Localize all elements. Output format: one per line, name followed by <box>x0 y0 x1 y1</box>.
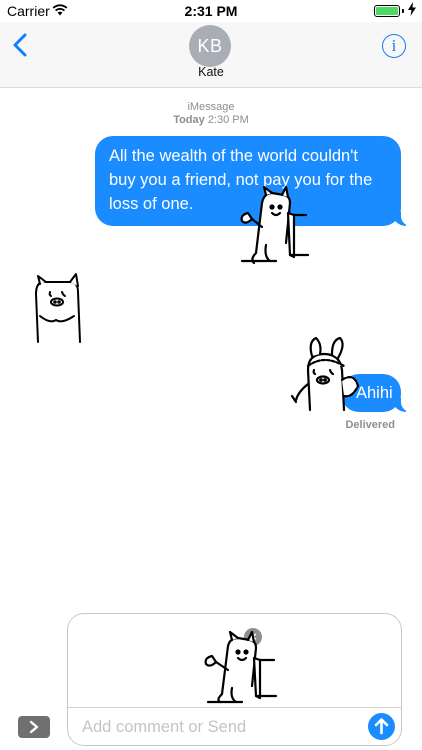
status-bar: Carrier 2:31 PM <box>0 0 422 22</box>
battery-level <box>376 7 398 15</box>
compose-divider <box>68 707 401 708</box>
battery-cap <box>402 9 404 13</box>
back-button[interactable] <box>12 32 28 58</box>
battery-icon <box>374 5 400 17</box>
pig-standing-sticker[interactable] <box>30 272 84 344</box>
status-time: 2:31 PM <box>184 3 238 19</box>
timestamp-time: 2:30 PM <box>207 114 249 126</box>
service-label: iMessage <box>187 101 235 113</box>
bolt-icon <box>408 2 416 19</box>
timestamp-day: Today <box>173 114 205 126</box>
arrow-up-icon <box>374 718 389 735</box>
delivered-label: Delivered <box>345 419 395 431</box>
timestamp-line: Today 2:30 PM <box>0 114 422 127</box>
pig-bunny-hood-sticker[interactable] <box>288 336 364 416</box>
info-icon[interactable]: i <box>382 34 406 58</box>
message-timestamp: iMessage Today 2:30 PM <box>0 101 422 127</box>
avatar[interactable]: KB <box>189 25 231 67</box>
chevron-left-icon <box>13 33 27 57</box>
apps-button[interactable] <box>18 716 50 738</box>
chevron-right-icon <box>29 720 39 734</box>
attached-sticker-preview <box>200 630 280 704</box>
contact-name[interactable]: Kate <box>0 65 422 79</box>
send-button[interactable] <box>368 713 395 740</box>
pig-typing-laptop-sticker[interactable] <box>236 183 310 265</box>
conversation-header: KB Kate i <box>0 22 422 88</box>
comment-input[interactable] <box>82 715 352 739</box>
